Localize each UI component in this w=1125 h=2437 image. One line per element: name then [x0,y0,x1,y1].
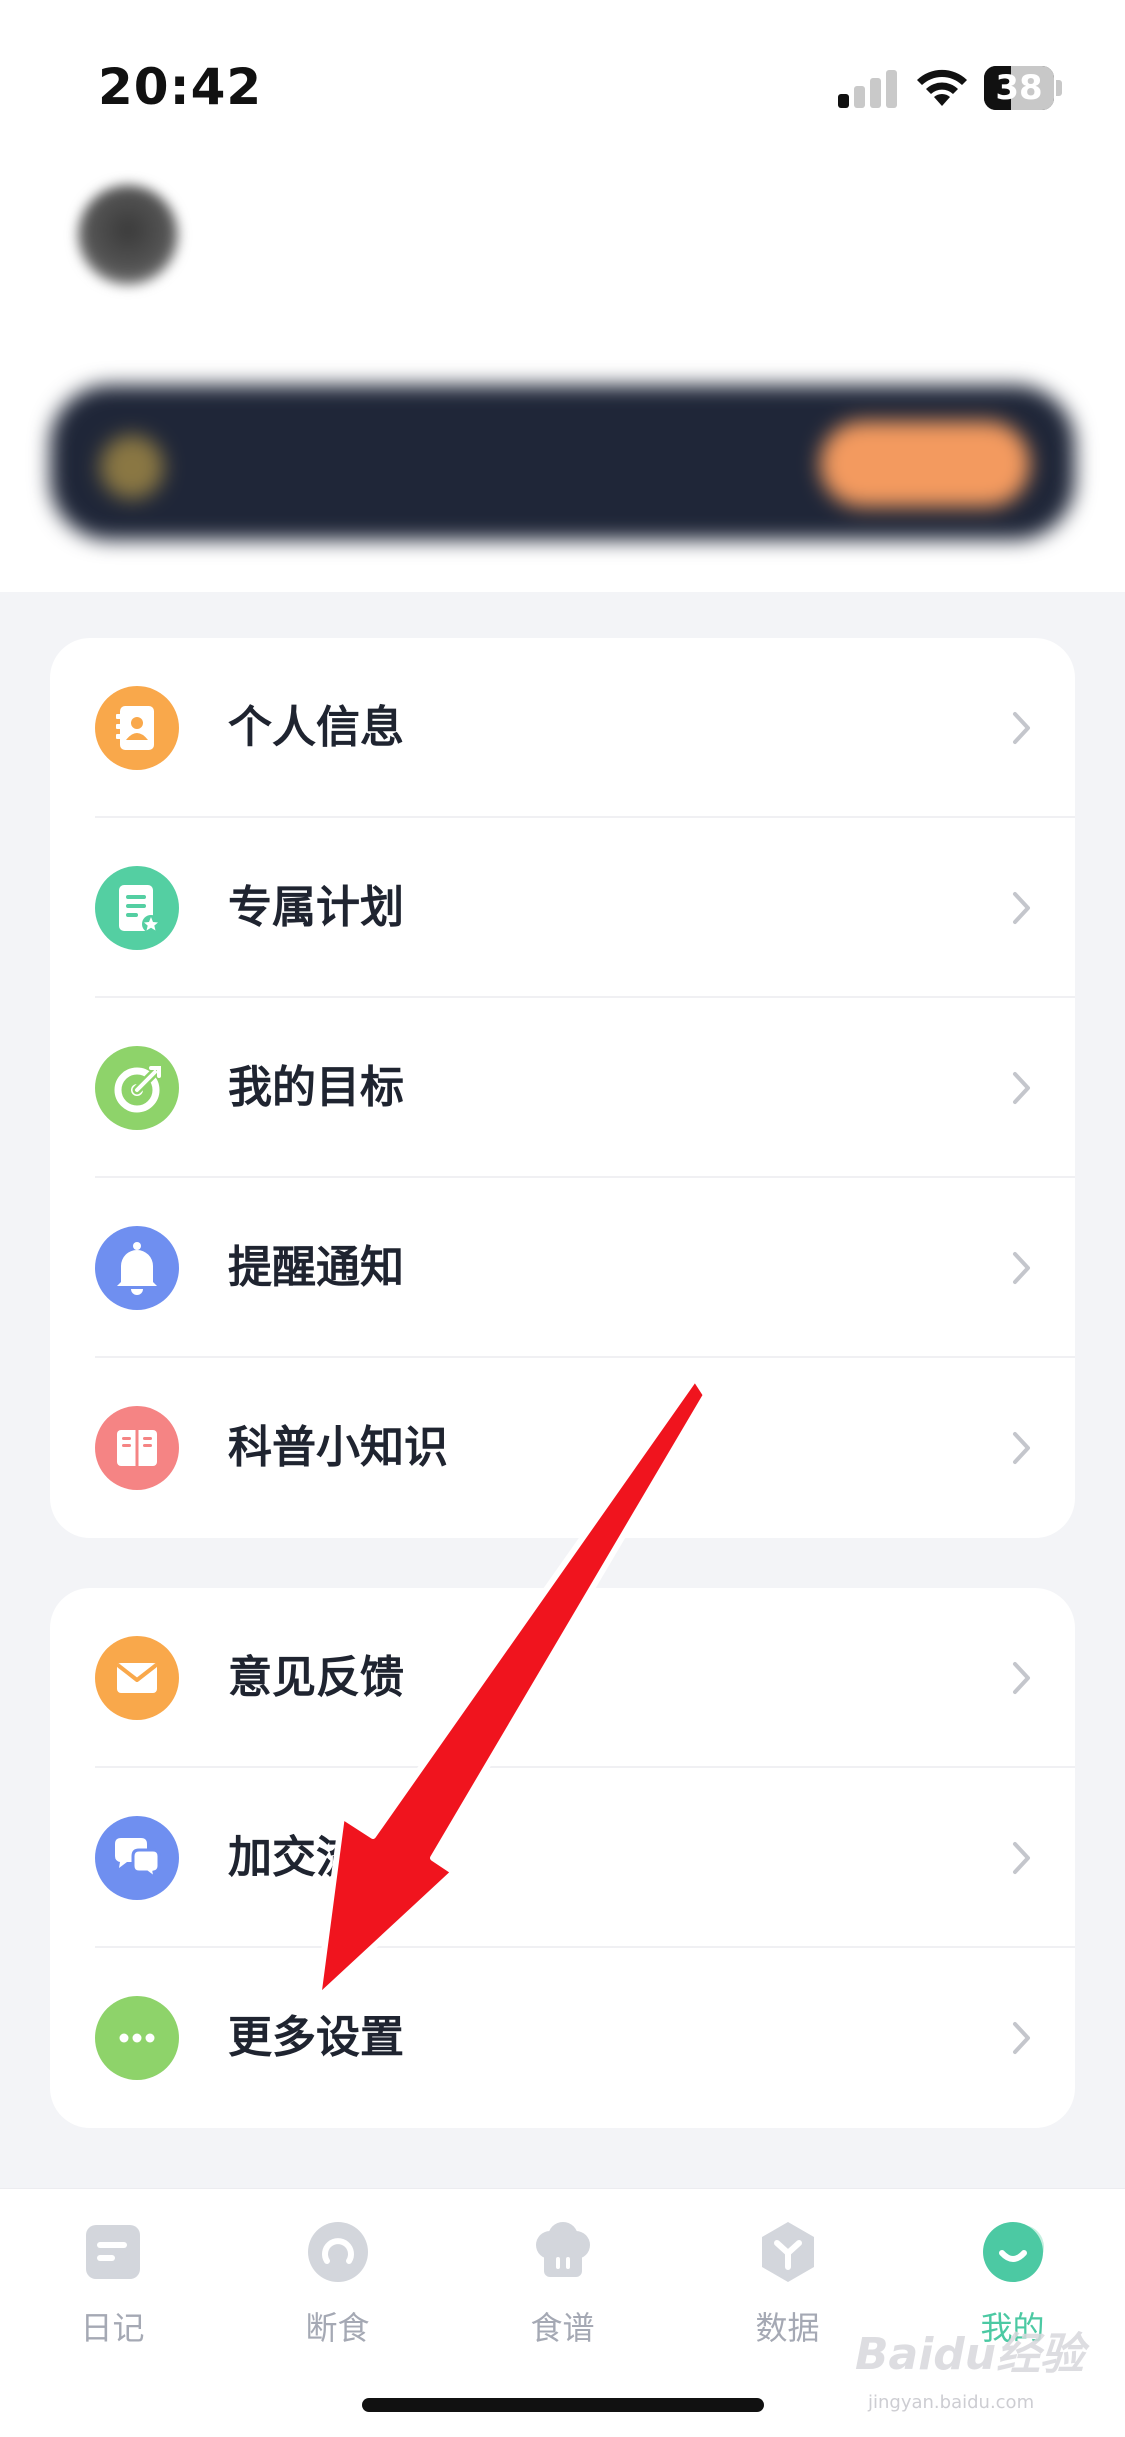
battery-icon: 38 [984,66,1062,110]
diary-icon [86,2225,140,2279]
chevron-right-icon [1013,1252,1030,1284]
chef-hat-icon [536,2222,590,2277]
profile-smile-icon [983,2222,1044,2282]
menu-item-label: 意见反馈 [228,1652,404,1703]
menu-card-secondary: 意见反馈 加交流群 更多设置 [50,1588,1075,2128]
menu-card-primary: 个人信息 专属计划 我的目标 提醒通知 科普小知识 [50,638,1075,1538]
chevron-right-icon [1013,1432,1030,1464]
chevron-right-icon [1013,892,1030,924]
status-bar: 20:42 38 [0,0,1125,160]
book-icon [95,1406,179,1490]
watermark-url: jingyan.baidu.com [868,2392,1035,2413]
chevron-right-icon [1013,1072,1030,1104]
tab-recipes[interactable]: 食谱 [450,2219,675,2359]
plan-document-icon [95,866,179,950]
chevron-right-icon [1013,712,1030,744]
menu-item-more-settings[interactable]: 更多设置 [50,1948,1075,2128]
menu-item-science-tips[interactable]: 科普小知识 [50,1358,1075,1538]
fasting-timer-icon [308,2222,368,2282]
mail-icon [95,1636,179,1720]
vip-open-button[interactable] [820,421,1030,507]
chevron-right-icon [1013,1842,1030,1874]
watermark-brand: Baidu经验 [855,2329,1085,2380]
tab-label: 断食 [305,2309,370,2347]
menu-item-label: 专属计划 [228,882,404,933]
tab-fasting[interactable]: 断食 [225,2219,450,2359]
tab-diary[interactable]: 日记 [0,2219,225,2359]
chevron-right-icon [1013,1662,1030,1694]
vip-crown-icon [100,435,164,499]
target-icon [95,1046,179,1130]
home-indicator[interactable] [362,2398,764,2412]
contact-card-icon [95,686,179,770]
avatar[interactable] [78,185,178,285]
tab-label: 日记 [80,2309,145,2347]
menu-item-exclusive-plan[interactable]: 专属计划 [50,818,1075,998]
tab-label: 食谱 [530,2309,595,2347]
menu-item-label: 科普小知识 [228,1422,448,1473]
cellular-signal-icon [838,70,898,108]
battery-percent: 38 [995,68,1043,108]
wifi-icon [917,69,967,106]
chevron-right-icon [1013,2022,1030,2054]
menu-item-label: 个人信息 [228,702,404,753]
menu-item-personal-info[interactable]: 个人信息 [50,638,1075,818]
menu-item-label: 提醒通知 [228,1242,404,1293]
menu-item-feedback[interactable]: 意见反馈 [50,1588,1075,1768]
more-dots-icon [95,1996,179,2080]
menu-item-reminders[interactable]: 提醒通知 [50,1178,1075,1358]
menu-item-label: 更多设置 [228,2012,404,2063]
user-profile[interactable] [0,160,1125,360]
vip-banner[interactable] [50,385,1075,540]
status-time: 20:42 [98,58,263,116]
bell-icon [95,1226,179,1310]
menu-item-label: 我的目标 [228,1062,404,1113]
chat-bubbles-icon [95,1816,179,1900]
menu-item-join-group[interactable]: 加交流群 [50,1768,1075,1948]
menu-item-label: 加交流群 [228,1832,404,1883]
data-hexagon-icon [762,2222,814,2282]
menu-item-my-goal[interactable]: 我的目标 [50,998,1075,1178]
